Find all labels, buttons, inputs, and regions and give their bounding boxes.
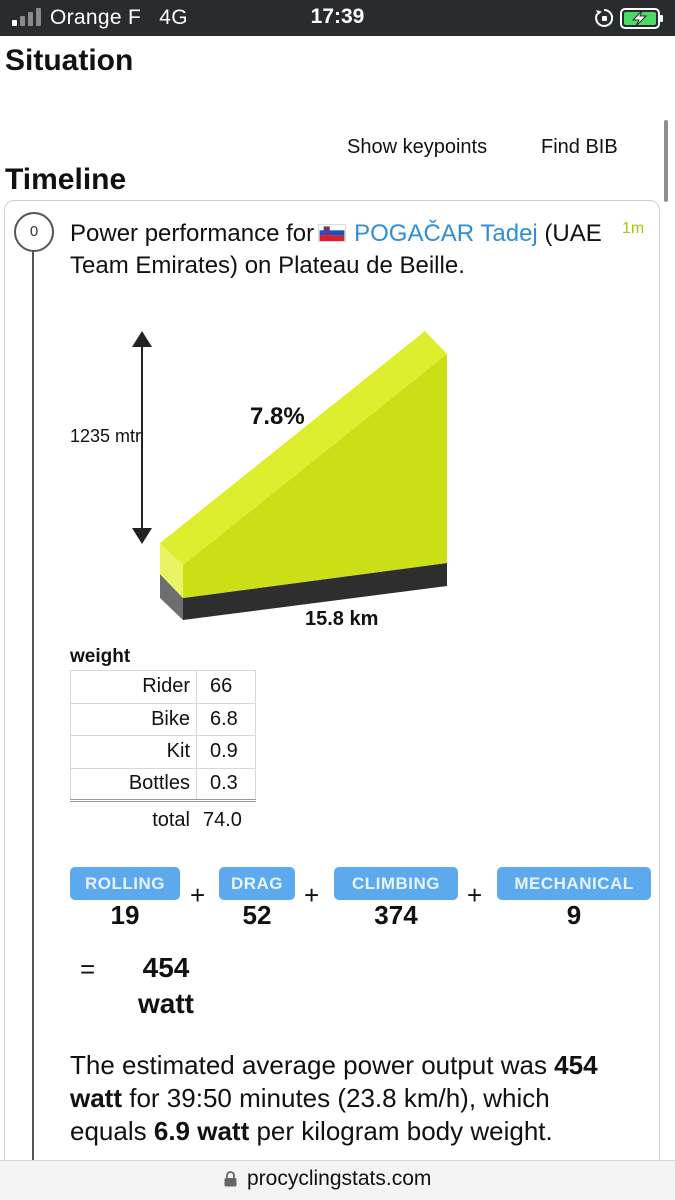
elevation-arrow-up-icon	[132, 331, 152, 347]
plus-sign: +	[190, 880, 206, 910]
table-row: Kit 0.9	[70, 735, 256, 769]
drag-badge: DRAG	[219, 867, 295, 900]
climb-profile: 1235 mtr 7.8% 15.8 km	[70, 331, 447, 630]
gradient-label: 7.8%	[250, 403, 305, 430]
summary-wkg: 6.9 watt	[153, 1116, 250, 1146]
mechanical-badge: MECHANICAL	[497, 867, 651, 900]
weight-label: Bike	[70, 702, 197, 736]
battery-charging-icon	[620, 8, 663, 29]
weight-label: Rider	[70, 670, 197, 704]
section-title: Situation	[5, 44, 134, 77]
weight-heading: weight	[70, 646, 131, 667]
climb-slope-side	[183, 354, 447, 598]
table-row: Bottles 0.3	[70, 767, 256, 802]
power-summary: The estimated average power output was 4…	[70, 1049, 630, 1148]
drag-value: 52	[242, 900, 272, 930]
elevation-arrow-down-icon	[132, 528, 152, 544]
entry-intro: Power performance for POGAČAR Tadej (UAE…	[70, 218, 630, 282]
weight-value: 6.8	[196, 702, 256, 736]
weight-value: 0.3	[196, 767, 256, 802]
table-row: Bike 6.8	[70, 702, 256, 736]
status-bar: Orange F 4G 17:39	[0, 0, 675, 36]
weight-total-value: 74.0	[203, 809, 242, 831]
intro-prefix: Power performance for	[70, 220, 315, 247]
plus-sign: +	[467, 880, 483, 910]
weight-value: 66	[196, 670, 256, 704]
weight-table: Rider 66 Bike 6.8 Kit 0.9 Bottles 0.3	[70, 670, 256, 802]
lock-icon	[224, 1171, 237, 1187]
summary-text: The estimated average power output was	[70, 1050, 547, 1080]
rolling-value: 19	[110, 900, 140, 930]
equals-sign: =	[80, 954, 96, 984]
browser-domain[interactable]: procyclingstats.com	[247, 1167, 431, 1191]
climbing-value: 374	[374, 900, 418, 930]
find-bib-link[interactable]: Find BIB	[541, 136, 618, 159]
slovenia-flag-icon	[318, 224, 347, 242]
plus-sign: +	[304, 880, 320, 910]
rotation-lock-icon	[595, 8, 614, 27]
elevation-label: 1235 mtr	[70, 426, 141, 446]
table-row: Rider 66	[70, 670, 256, 704]
weight-label: Bottles	[70, 767, 197, 802]
distance-label: 15.8 km	[305, 608, 378, 630]
summary-text: per kilogram body weight.	[256, 1116, 553, 1146]
scrollbar-thumb[interactable]	[664, 120, 668, 202]
climbing-badge: CLIMBING	[334, 867, 458, 900]
weight-label: Kit	[70, 735, 197, 769]
show-keypoints-link[interactable]: Show keypoints	[347, 136, 487, 159]
weight-total-label: total	[152, 809, 190, 831]
clock: 17:39	[310, 5, 365, 28]
rolling-badge: ROLLING	[70, 867, 180, 900]
total-power: 454 watt	[130, 950, 202, 1022]
timeline-line	[32, 250, 34, 1160]
total-power-unit: watt	[138, 988, 194, 1019]
rider-link[interactable]: POGAČAR Tadej	[354, 220, 538, 247]
timeline-title: Timeline	[5, 163, 127, 196]
total-power-value: 454	[142, 952, 190, 983]
timeline-index-badge: 0	[14, 212, 54, 252]
mechanical-value: 9	[566, 900, 582, 930]
weight-value: 0.9	[196, 735, 256, 769]
